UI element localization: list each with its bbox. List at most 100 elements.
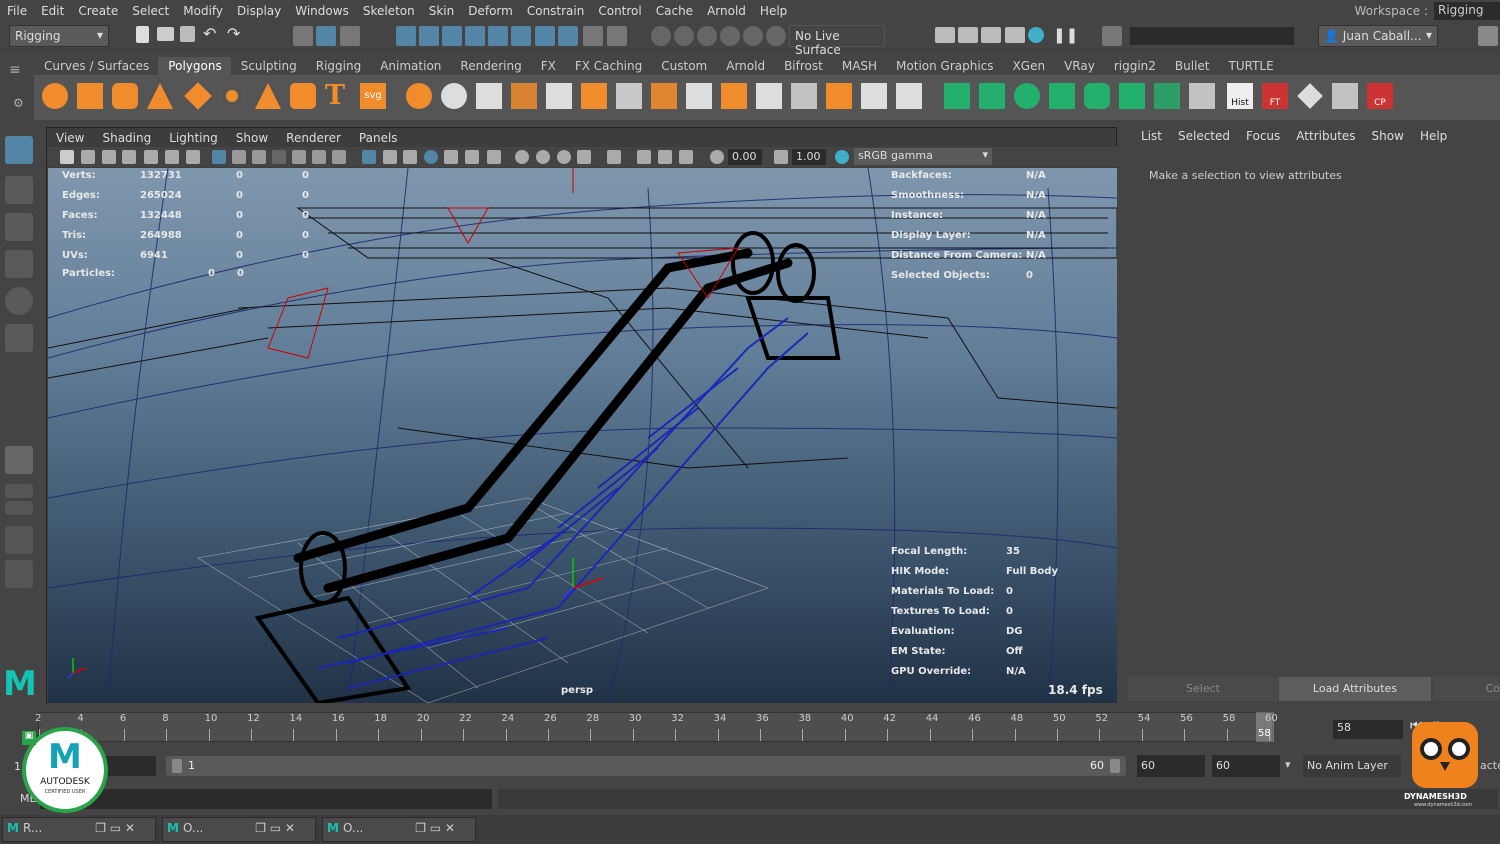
gamma-field[interactable]: 1.00 (792, 149, 826, 165)
range-handle-left-icon[interactable] (172, 759, 182, 773)
shelf-tab-rendering[interactable]: Rendering (450, 57, 531, 75)
shelf-tab-rigging[interactable]: Rigging (305, 57, 371, 75)
edge-loop-icon[interactable] (756, 83, 782, 109)
grid-toggle-icon[interactable] (186, 150, 200, 164)
time-slider[interactable]: 2 4 6 8 10 12 14 16 18 20 22 24 26 28 30 32 34 36 38 40 42 44… (0, 708, 1500, 748)
color-management-icon[interactable] (835, 150, 849, 164)
lock-icon[interactable] (583, 26, 603, 46)
shadows-icon[interactable] (487, 150, 501, 164)
menu-arnold[interactable]: Arnold (700, 4, 753, 18)
lasso-tool-icon[interactable] (5, 176, 33, 204)
viewport-menu-panels[interactable]: Panels (350, 131, 407, 145)
menu-modify[interactable]: Modify (176, 4, 230, 18)
range-handle-right-icon[interactable] (1110, 759, 1120, 773)
outliner-layout-icon[interactable] (5, 560, 33, 588)
mirror-icon[interactable] (476, 83, 502, 109)
viewport-menu-shading[interactable]: Shading (93, 131, 160, 145)
fill-hole-icon[interactable] (651, 83, 677, 109)
poly-cone-icon[interactable] (147, 83, 173, 109)
exposure-field[interactable]: 0.00 (728, 149, 762, 165)
menuset-dropdown[interactable]: Rigging ▾ (9, 25, 109, 47)
magnet-live-icon[interactable] (766, 26, 786, 46)
shelf-tab-motion-graphics[interactable]: Motion Graphics (886, 57, 1003, 75)
redo-icon[interactable]: ↷ (227, 24, 240, 43)
center-pivot-icon[interactable]: CP (1367, 83, 1393, 109)
depth-of-field-icon[interactable] (577, 150, 591, 164)
render-sequence-icon[interactable] (958, 27, 978, 43)
uv-auto-icon[interactable] (1084, 83, 1110, 109)
sidebar-toggle-icon[interactable] (1478, 26, 1498, 46)
magnet-curve-icon[interactable] (674, 26, 694, 46)
workspace-selector[interactable]: Workspace : Rigging (1355, 0, 1500, 22)
user-account-dropdown[interactable]: 👤 Juan Caball... ▾ (1318, 25, 1438, 47)
skeleton-icon[interactable] (1189, 83, 1215, 109)
open-scene-icon[interactable] (157, 27, 174, 41)
menu-control[interactable]: Control (591, 4, 648, 18)
menu-edit[interactable]: Edit (34, 4, 71, 18)
history-icon[interactable]: Hist (1227, 83, 1253, 109)
poly-text-icon[interactable]: T (325, 82, 351, 109)
default-material-icon[interactable] (403, 150, 417, 164)
menu-cache[interactable]: Cache (649, 4, 700, 18)
poly-pyramid-icon[interactable] (255, 83, 281, 109)
camera-select-icon[interactable] (60, 150, 74, 164)
move-tool-icon[interactable] (5, 250, 33, 278)
shelf-tab-sculpting[interactable]: Sculpting (230, 57, 306, 75)
input-line-icon[interactable] (1102, 26, 1122, 46)
uv-layout-icon[interactable] (1154, 83, 1180, 109)
smooth-shade-icon[interactable] (383, 150, 397, 164)
anim-end-field[interactable]: 60 (1212, 755, 1280, 777)
four-layout-icon[interactable] (5, 484, 33, 498)
select-object-icon[interactable] (316, 26, 336, 46)
new-scene-icon[interactable] (136, 26, 149, 43)
attr-menu-attributes[interactable]: Attributes (1288, 129, 1363, 143)
scale-tool-icon[interactable] (5, 324, 33, 352)
wireframe-on-shaded-icon[interactable] (424, 150, 438, 164)
offset-edge-icon[interactable] (826, 83, 852, 109)
freeze-transform-icon[interactable]: FT (1262, 83, 1288, 109)
uv-planar-icon[interactable] (979, 83, 1005, 109)
save-scene-icon[interactable] (180, 26, 195, 42)
shelf-settings-icon[interactable]: ⚙ (13, 96, 24, 110)
shelf-tab-fx-caching[interactable]: FX Caching (564, 57, 652, 75)
attr-menu-show[interactable]: Show (1364, 129, 1412, 143)
live-snap-icon[interactable] (607, 26, 627, 46)
poly-pipe-icon[interactable] (290, 83, 316, 109)
bevel-icon[interactable] (686, 83, 712, 109)
screen-space-ao-icon[interactable] (515, 150, 529, 164)
poly-torus-icon[interactable] (219, 83, 245, 109)
poly-cylinder-icon[interactable] (112, 83, 138, 109)
menu-help[interactable]: Help (753, 4, 794, 18)
taskbar-window[interactable]: M R... ❐ ▭ ✕ (2, 817, 156, 842)
xray-icon[interactable] (637, 150, 651, 164)
lights-icon[interactable] (465, 150, 479, 164)
smooth-icon[interactable] (511, 83, 537, 109)
gamma-icon[interactable] (774, 150, 788, 164)
append-icon[interactable] (616, 83, 642, 109)
snap-surface-icon[interactable] (488, 26, 508, 46)
undo-icon[interactable]: ↶ (203, 24, 216, 43)
shelf-tab-bullet[interactable]: Bullet (1164, 57, 1219, 75)
snap-point-icon[interactable] (442, 26, 462, 46)
magnet-surface-icon[interactable] (743, 26, 763, 46)
attr-menu-focus[interactable]: Focus (1238, 129, 1288, 143)
menu-select[interactable]: Select (125, 4, 176, 18)
range-start-field[interactable]: 1 (14, 760, 21, 773)
bookmark-icon[interactable] (102, 150, 116, 164)
window-controls-icon[interactable]: ❐ ▭ ✕ (415, 821, 455, 835)
viewport-menu-view[interactable]: View (47, 131, 93, 145)
snap-edge-icon[interactable] (535, 26, 555, 46)
poly-cube-icon[interactable] (77, 83, 103, 109)
extrude-icon[interactable] (546, 83, 572, 109)
gate-mask-icon[interactable] (272, 150, 286, 164)
range-slider[interactable]: 1 60 (166, 756, 1126, 776)
shelf-tab-mash[interactable]: MASH (831, 57, 887, 75)
workspace-value[interactable]: Rigging (1434, 2, 1500, 20)
time-slider-bar[interactable]: 2 4 6 8 10 12 14 16 18 20 22 24 26 28 30 32 34 36 38 40 42 44… (35, 712, 1278, 742)
select-hierarchy-icon[interactable] (293, 26, 313, 46)
uv-sphere-icon[interactable] (1049, 83, 1075, 109)
select-component-icon[interactable] (340, 26, 360, 46)
menu-deform[interactable]: Deform (461, 4, 520, 18)
paint-select-icon[interactable] (5, 213, 33, 241)
render-frame-icon[interactable] (935, 27, 955, 43)
